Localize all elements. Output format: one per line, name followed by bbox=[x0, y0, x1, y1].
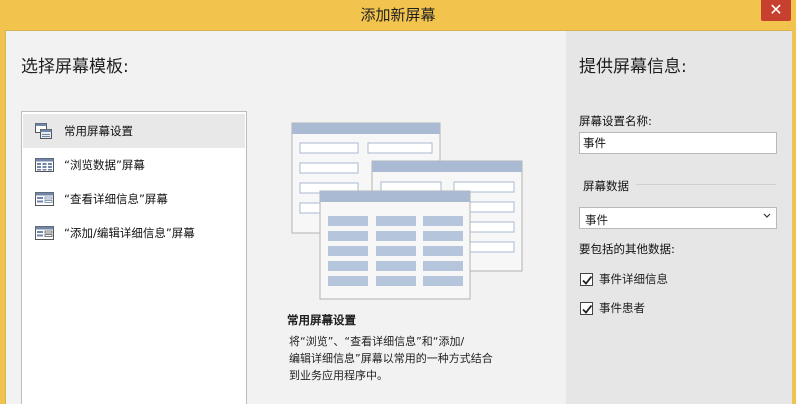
preview-title: 常用屏幕设置 bbox=[287, 313, 356, 327]
details-icon bbox=[35, 191, 55, 207]
extra-data-label: 要包括的其他数据: bbox=[579, 242, 675, 256]
preview-description-line: 到业务应用程序中。 bbox=[289, 369, 388, 382]
template-label: 常用屏幕设置 bbox=[64, 124, 133, 138]
template-panel: 选择屏幕模板: 常用屏幕设置 “浏览数据”屏幕 “查看详细信息”屏幕 “添加/编… bbox=[6, 31, 566, 404]
screen-data-select[interactable]: 事件 bbox=[579, 207, 777, 229]
screen-data-label: 屏幕数据 bbox=[583, 179, 629, 193]
chevron-down-icon bbox=[763, 211, 771, 224]
details-checkbox[interactable] bbox=[580, 272, 593, 286]
template-heading: 选择屏幕模板: bbox=[21, 57, 129, 77]
preview-browse-window bbox=[319, 190, 471, 300]
browse-data-icon bbox=[35, 157, 55, 173]
group-divider bbox=[636, 184, 776, 185]
patients-checkbox-label: 事件患者 bbox=[599, 301, 645, 315]
checkbox-row-details[interactable]: 事件详细信息 bbox=[580, 271, 668, 287]
template-label: “查看详细信息”屏幕 bbox=[64, 192, 168, 206]
template-item-common[interactable]: 常用屏幕设置 bbox=[23, 114, 245, 148]
preview-description: 将“浏览”、“查看详细信息”和“添加/ 编辑详细信息”屏幕以常用的一种方式结合 … bbox=[289, 333, 544, 384]
add-edit-icon bbox=[35, 225, 55, 241]
template-item-details[interactable]: “查看详细信息”屏幕 bbox=[23, 182, 245, 216]
template-item-add-edit[interactable]: “添加/编辑详细信息”屏幕 bbox=[23, 216, 245, 250]
template-list[interactable]: 常用屏幕设置 “浏览数据”屏幕 “查看详细信息”屏幕 “添加/编辑详细信息”屏幕 bbox=[21, 111, 247, 404]
dialog-body: 选择屏幕模板: 常用屏幕设置 “浏览数据”屏幕 “查看详细信息”屏幕 “添加/编… bbox=[5, 30, 792, 404]
checkbox-row-patients[interactable]: 事件患者 bbox=[580, 300, 645, 316]
template-label: “浏览数据”屏幕 bbox=[64, 158, 145, 172]
preview-description-line: 将“浏览”、“查看详细信息”和“添加/ bbox=[289, 335, 465, 348]
window-title: 添加新屏幕 bbox=[360, 6, 436, 24]
title-bar: 添加新屏幕 ✕ bbox=[0, 0, 796, 30]
details-checkbox-label: 事件详细信息 bbox=[599, 272, 668, 286]
preview-description-line: 编辑详细信息”屏幕以常用的一种方式结合 bbox=[289, 352, 493, 365]
template-item-browse[interactable]: “浏览数据”屏幕 bbox=[23, 148, 245, 182]
screen-name-input[interactable] bbox=[579, 132, 777, 154]
close-button[interactable]: ✕ bbox=[761, 0, 791, 21]
screen-info-heading: 提供屏幕信息: bbox=[579, 57, 687, 77]
patients-checkbox[interactable] bbox=[580, 301, 593, 315]
screen-name-label: 屏幕设置名称: bbox=[579, 114, 652, 128]
template-label: “添加/编辑详细信息”屏幕 bbox=[64, 226, 195, 240]
screen-data-value: 事件 bbox=[585, 213, 608, 227]
common-screen-icon bbox=[35, 123, 55, 139]
screen-info-panel: 提供屏幕信息: 屏幕设置名称: 屏幕数据 事件 要包括的其他数据: 事件详细信息… bbox=[566, 31, 792, 404]
template-preview bbox=[286, 121, 526, 301]
